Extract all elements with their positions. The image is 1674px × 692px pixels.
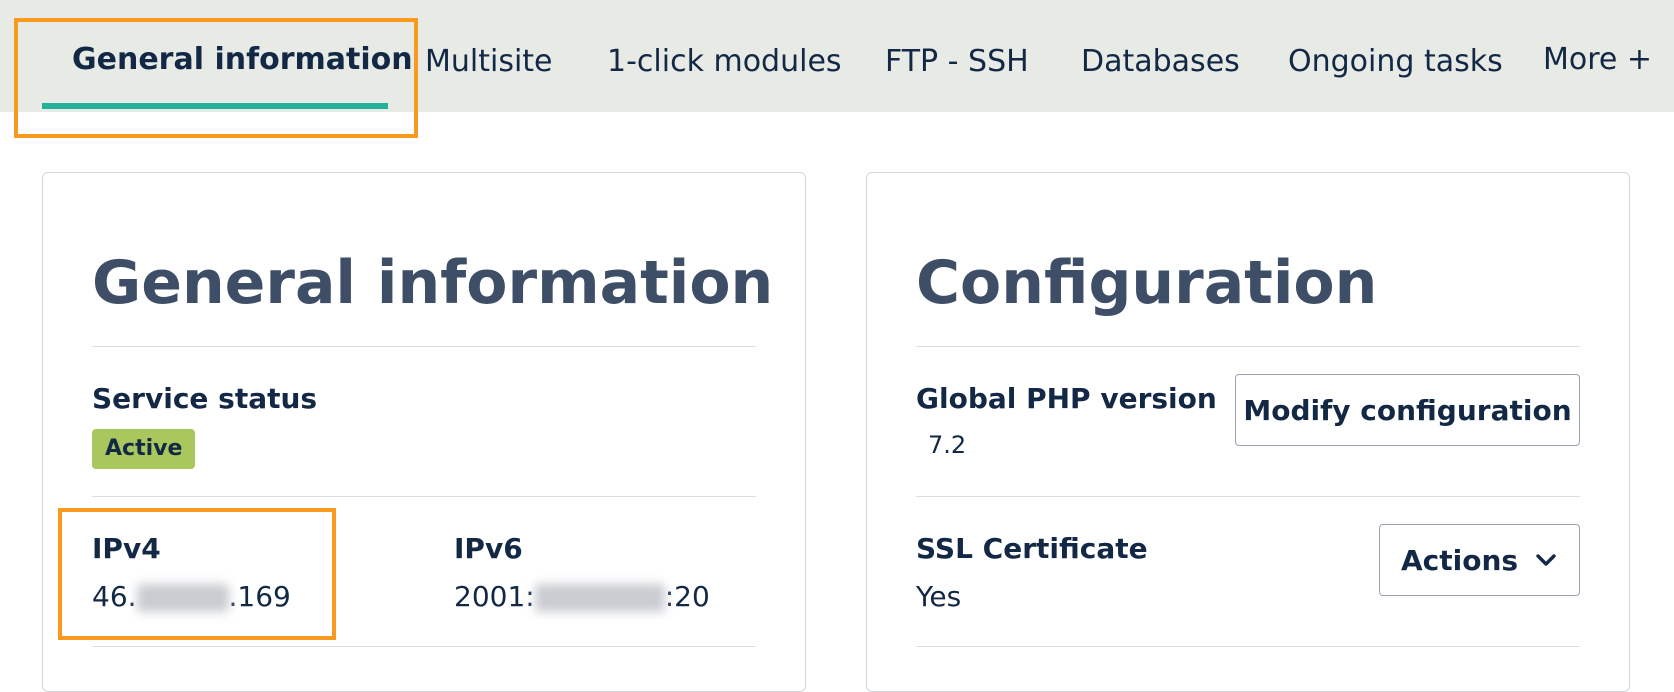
actions-dropdown-button[interactable]: Actions xyxy=(1379,524,1580,596)
general-information-card: General information Service status Activ… xyxy=(42,172,806,692)
divider xyxy=(916,346,1580,347)
divider xyxy=(92,346,756,347)
configuration-card: Configuration Global PHP version 7.2 Mod… xyxy=(866,172,1630,692)
tab-ftp-ssh[interactable]: FTP - SSH xyxy=(885,40,1029,84)
divider xyxy=(916,496,1580,497)
ipv4-suffix: .169 xyxy=(228,580,291,613)
ssl-certificate-value: Yes xyxy=(916,580,962,613)
global-php-version-value: 7.2 xyxy=(928,431,967,459)
service-status-label: Service status xyxy=(92,382,318,415)
modify-configuration-button[interactable]: Modify configuration xyxy=(1235,374,1580,446)
actions-button-label: Actions xyxy=(1400,543,1519,577)
tab-databases[interactable]: Databases xyxy=(1081,40,1240,84)
ipv6-prefix: 2001: xyxy=(454,580,535,613)
tab-general-information[interactable]: General information xyxy=(72,38,413,82)
tab-ongoing-tasks[interactable]: Ongoing tasks xyxy=(1288,40,1503,84)
divider xyxy=(92,496,756,497)
ipv4-redacted xyxy=(136,584,229,612)
ipv4-prefix: 46. xyxy=(92,580,137,613)
divider xyxy=(916,646,1580,647)
ipv6-value: 2001: :20 xyxy=(454,579,710,615)
ipv6-label: IPv6 xyxy=(454,532,523,565)
active-tab-underline xyxy=(42,103,388,109)
tab-multisite[interactable]: Multisite xyxy=(425,40,553,84)
chevron-down-icon xyxy=(1536,554,1556,566)
tab-bar: General information Multisite 1-click mo… xyxy=(0,0,1674,112)
ipv4-label: IPv4 xyxy=(92,532,161,565)
general-information-title: General information xyxy=(92,248,774,318)
global-php-version-label: Global PHP version xyxy=(916,382,1217,415)
ssl-certificate-label: SSL Certificate xyxy=(916,532,1148,565)
ipv6-redacted xyxy=(534,584,665,612)
tab-1-click-modules[interactable]: 1-click modules xyxy=(607,40,842,84)
ipv4-value: 46. .169 xyxy=(92,579,291,615)
configuration-title: Configuration xyxy=(916,248,1378,318)
status-badge: Active xyxy=(92,429,196,469)
ipv6-suffix: :20 xyxy=(664,580,710,613)
divider xyxy=(92,646,756,647)
tab-more[interactable]: More + xyxy=(1543,38,1652,82)
